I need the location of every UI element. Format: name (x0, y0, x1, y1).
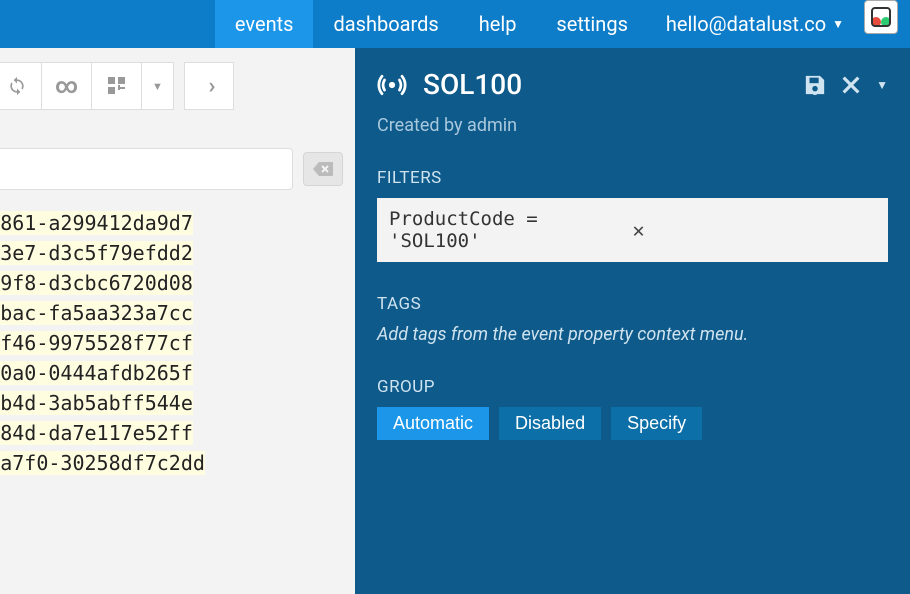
nav-dashboards[interactable]: dashboards (313, 0, 458, 48)
columns-button[interactable] (92, 62, 142, 110)
filter-expression: ProductCode = 'SOL100' (389, 208, 629, 252)
log-line[interactable]: a68-80a0-0444afdb265f (0, 358, 355, 388)
top-nav: events dashboards help settings hello@da… (0, 0, 910, 48)
filter-row[interactable]: ProductCode = 'SOL100' ✕ (377, 198, 888, 262)
nav-settings[interactable]: settings (536, 0, 647, 48)
log-line[interactable]: db1-93e7-d3c5f79efdd2 (0, 238, 355, 268)
infinity-icon: ∞ (55, 74, 78, 99)
signal-title: SOL100 (423, 68, 788, 101)
filters-label: FILTERS (377, 168, 888, 188)
nav-help[interactable]: help (459, 0, 537, 48)
columns-dropdown-button[interactable]: ▼ (142, 62, 174, 110)
created-by-label: Created by admin (377, 115, 888, 136)
close-button[interactable] (840, 74, 862, 96)
nav-user-label: hello@datalust.co (666, 12, 826, 36)
tags-label: TAGS (377, 294, 888, 314)
log-line[interactable]: 44ca-a7f0-30258df7c2dd (0, 448, 355, 478)
tags-hint: Add tags from the event property context… (377, 324, 888, 345)
log-line[interactable]: 3fe-a9f8-d3cbc6720d08 (0, 268, 355, 298)
expand-button[interactable]: ›› (184, 62, 234, 110)
left-pane: ∞ ▼ ›› f42-b861-a299412da9d (0, 48, 355, 594)
nav-user-menu[interactable]: hello@datalust.co ▼ (648, 0, 854, 48)
log-list: f42-b861-a299412da9d7 db1-93e7-d3c5f79ef… (0, 204, 355, 482)
close-icon (840, 74, 862, 96)
caret-down-icon: ▼ (152, 80, 163, 93)
tail-button[interactable]: ∞ (42, 62, 92, 110)
toolbar: ∞ ▼ ›› (0, 48, 355, 124)
nav-events[interactable]: events (215, 0, 314, 48)
chevrons-right-icon: ›› (208, 74, 209, 99)
signal-icon (377, 70, 407, 100)
remove-filter-button[interactable]: ✕ (629, 218, 877, 242)
log-line[interactable]: 117-ab4d-3ab5abff544e (0, 388, 355, 418)
refresh-icon (7, 76, 27, 96)
log-line[interactable]: 923-884d-da7e117e52ff (0, 418, 355, 448)
more-menu-button[interactable]: ▼ (876, 78, 888, 92)
grid-icon (108, 77, 126, 95)
save-button[interactable] (804, 74, 826, 96)
log-line[interactable]: 946-9bac-fa5aa323a7cc (0, 298, 355, 328)
group-label: GROUP (377, 377, 888, 397)
group-specify-button[interactable]: Specify (611, 407, 702, 440)
search-input[interactable] (0, 148, 293, 190)
clear-search-button[interactable] (303, 152, 343, 186)
log-line[interactable]: a9e-8f46-9975528f77cf (0, 328, 355, 358)
log-line[interactable]: f42-b861-a299412da9d7 (0, 208, 355, 238)
caret-down-icon: ▼ (832, 17, 844, 31)
avatar[interactable] (864, 0, 898, 34)
signal-panel: SOL100 ▼ Created by admin FILTERS Produc… (355, 48, 910, 594)
refresh-button[interactable] (0, 62, 42, 110)
group-disabled-button[interactable]: Disabled (499, 407, 601, 440)
save-icon (804, 74, 826, 96)
group-automatic-button[interactable]: Automatic (377, 407, 489, 440)
avatar-icon (869, 5, 893, 29)
backspace-icon (313, 162, 333, 176)
caret-down-icon: ▼ (876, 78, 888, 92)
